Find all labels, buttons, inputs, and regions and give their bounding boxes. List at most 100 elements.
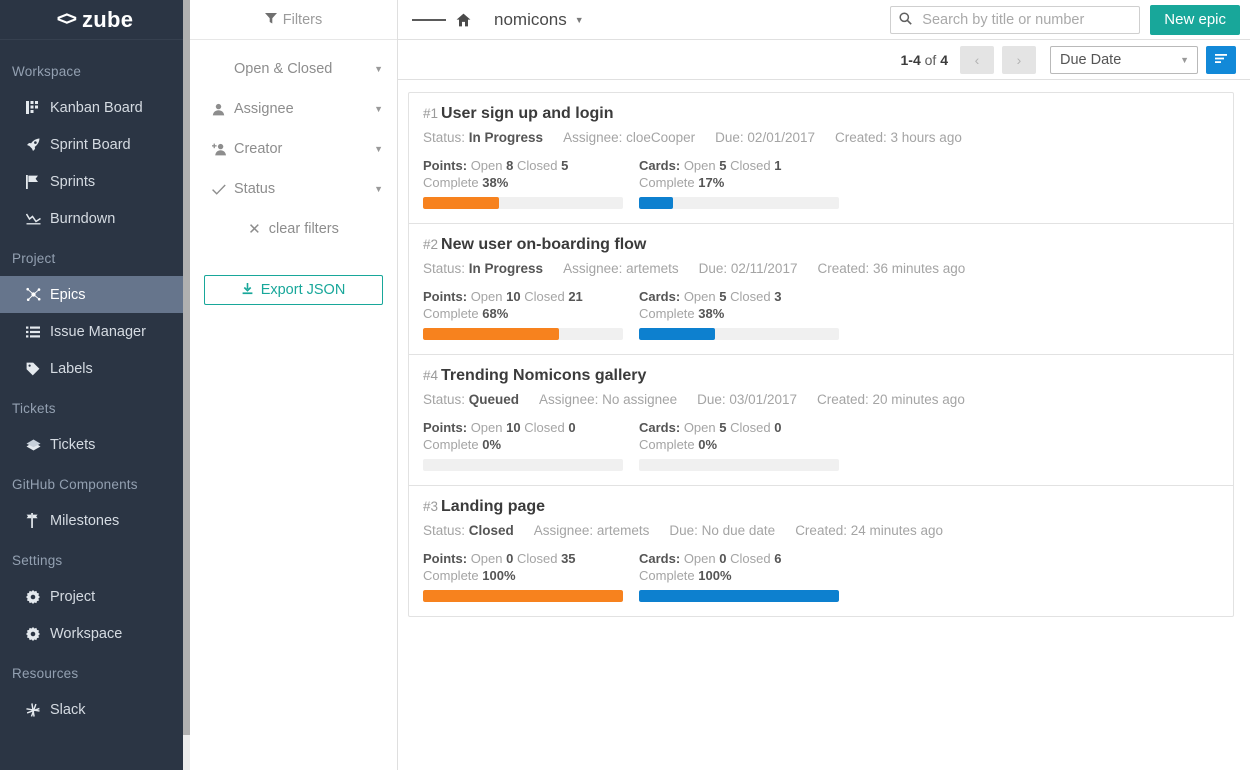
new-epic-button[interactable]: New epic [1150, 4, 1240, 35]
filter-label: Assignee [234, 101, 294, 117]
home-icon[interactable] [446, 13, 480, 27]
pagination-total: 4 [940, 51, 948, 68]
sidebar-item-milestones[interactable]: Milestones [0, 502, 190, 539]
cards-stats: Cards: Open 5 Closed 1 Complete 17% [639, 157, 855, 209]
cards-complete-label: Complete [639, 437, 695, 452]
points-closed-value: 21 [568, 289, 583, 304]
sort-field-value: Due Date [1060, 51, 1122, 68]
epic-due: Due: 03/01/2017 [697, 392, 797, 407]
epic-list-container: #1 User sign up and login Status: In Progr… [398, 80, 1250, 770]
cards-closed-value: 1 [774, 158, 782, 173]
points-key: Points: [423, 158, 468, 173]
chevron-down-icon: ▼ [374, 63, 383, 74]
epic-assignee: Assignee: cloeCooper [563, 130, 696, 145]
points-progress-fill [423, 197, 499, 209]
sidebar-scrollbar-thumb[interactable] [183, 0, 190, 735]
sidebar: <> zube Workspace Kanban Board Sprint Boar… [0, 0, 190, 770]
epic-card[interactable]: #2 New user on-boarding flow Status: In Pr… [409, 224, 1233, 355]
cards-key: Cards: [639, 158, 681, 173]
points-complete-label: Complete [423, 568, 479, 583]
epic-status: Status: Closed [423, 523, 514, 538]
clear-filters-button[interactable]: ✕ clear filters [190, 211, 397, 247]
cards-complete-value: 100% [698, 568, 732, 583]
filter-status[interactable]: Status ▼ [190, 169, 397, 209]
sidebar-scrollbar[interactable] [183, 0, 190, 770]
prev-page-button[interactable]: ‹ [960, 45, 994, 74]
points-open-label: Open [470, 289, 503, 304]
sidebar-item-labels[interactable]: Labels [0, 350, 190, 387]
epic-title: #3 Landing page [423, 498, 1219, 516]
search-icon [899, 11, 913, 28]
project-selector[interactable]: nomicons ▼ [494, 10, 584, 30]
sort-direction-button[interactable] [1206, 45, 1236, 74]
epic-due: Due: 02/11/2017 [698, 261, 798, 276]
sidebar-item-workspace[interactable]: Workspace [0, 615, 190, 652]
cards-stats: Cards: Open 0 Closed 6 Complete 100% [639, 550, 855, 602]
points-progress-fill [423, 590, 623, 602]
cards-summary: Cards: Open 0 Closed 6 Complete 100% [639, 550, 839, 584]
points-stats: Points: Open 10 Closed 0 Complete 0% [423, 419, 639, 471]
cards-open-value: 5 [719, 289, 727, 304]
search-input[interactable] [920, 10, 1132, 29]
cards-summary: Cards: Open 5 Closed 3 Complete 38% [639, 288, 839, 322]
sidebar-item-label: Sprint Board [50, 136, 131, 153]
points-progress-track [423, 328, 623, 340]
cards-closed-value: 0 [774, 420, 782, 435]
points-open-label: Open [470, 551, 503, 566]
epic-progress: Points: Open 10 Closed 0 Complete 0% Card… [423, 419, 1219, 471]
epic-card[interactable]: #4 Trending Nomicons gallery Status: Queue… [409, 355, 1233, 486]
epic-number: #4 [423, 368, 439, 383]
sort-descending-icon [1214, 52, 1229, 68]
sort-field-select[interactable]: Due Date ▼ [1050, 45, 1198, 74]
epic-number: #2 [423, 237, 439, 252]
sidebar-item-kanban-board[interactable]: Kanban Board [0, 89, 190, 126]
tag-icon [26, 362, 50, 376]
pagination-count: 1-4 of 4 [901, 52, 949, 68]
epic-status: Status: In Progress [423, 261, 544, 276]
filter-assignee[interactable]: Assignee ▼ [190, 89, 397, 129]
sidebar-item-sprint-board[interactable]: Sprint Board [0, 126, 190, 163]
epic-card[interactable]: #3 Landing page Status: Closed Assignee: ar… [409, 486, 1233, 616]
next-page-button[interactable]: › [1002, 45, 1036, 74]
sidebar-item-project[interactable]: Project [0, 578, 190, 615]
gear-icon [26, 589, 50, 604]
points-stats: Points: Open 0 Closed 35 Complete 100% [423, 550, 639, 602]
sidebar-item-epics[interactable]: Epics [0, 276, 190, 313]
brand-logo[interactable]: <> zube [0, 0, 190, 40]
filter-creator[interactable]: Creator ▼ [190, 129, 397, 169]
cards-progress-track [639, 459, 839, 471]
app-root: <> zube Workspace Kanban Board Sprint Boar… [0, 0, 1250, 770]
cards-open-label: Open [683, 420, 716, 435]
points-key: Points: [423, 420, 468, 435]
epic-title-text: Landing page [441, 498, 546, 515]
menu-icon[interactable] [412, 16, 446, 24]
cards-key: Cards: [639, 420, 681, 435]
epic-number: #1 [423, 106, 439, 121]
epic-progress: Points: Open 8 Closed 5 Complete 38% Card… [423, 157, 1219, 209]
cards-closed-label: Closed [730, 289, 771, 304]
export-json-label: Export JSON [260, 282, 346, 298]
epic-due: Due: 02/01/2017 [715, 130, 815, 145]
chevron-down-icon: ▼ [374, 143, 383, 154]
filters-title: Filters [282, 11, 323, 28]
cards-complete-label: Complete [639, 568, 695, 583]
sidebar-item-sprints[interactable]: Sprints [0, 163, 190, 200]
sidebar-item-label: Milestones [50, 512, 120, 529]
epic-status: Status: In Progress [423, 130, 544, 145]
sidebar-item-issue-manager[interactable]: Issue Manager [0, 313, 190, 350]
sidebar-item-tickets[interactable]: Tickets [0, 426, 190, 463]
points-closed-value: 0 [568, 420, 576, 435]
sidebar-item-burndown[interactable]: Burndown [0, 200, 190, 237]
filter-open-closed[interactable]: Open & Closed ▼ [190, 49, 397, 89]
list-toolbar: 1-4 of 4 ‹ › Due Date ▼ [398, 40, 1250, 80]
points-summary: Points: Open 10 Closed 0 Complete 0% [423, 419, 623, 453]
sidebar-item-slack[interactable]: Slack [0, 691, 190, 728]
cards-stats: Cards: Open 5 Closed 0 Complete 0% [639, 419, 855, 471]
cards-summary: Cards: Open 5 Closed 1 Complete 17% [639, 157, 839, 191]
epic-card[interactable]: #1 User sign up and login Status: In Progr… [409, 93, 1233, 224]
export-json-button[interactable]: Export JSON [204, 275, 383, 305]
gear-icon [26, 626, 50, 641]
top-toolbar-right: New epic [890, 4, 1240, 35]
chevron-down-icon: ▼ [374, 183, 383, 194]
search-box[interactable] [890, 5, 1141, 34]
